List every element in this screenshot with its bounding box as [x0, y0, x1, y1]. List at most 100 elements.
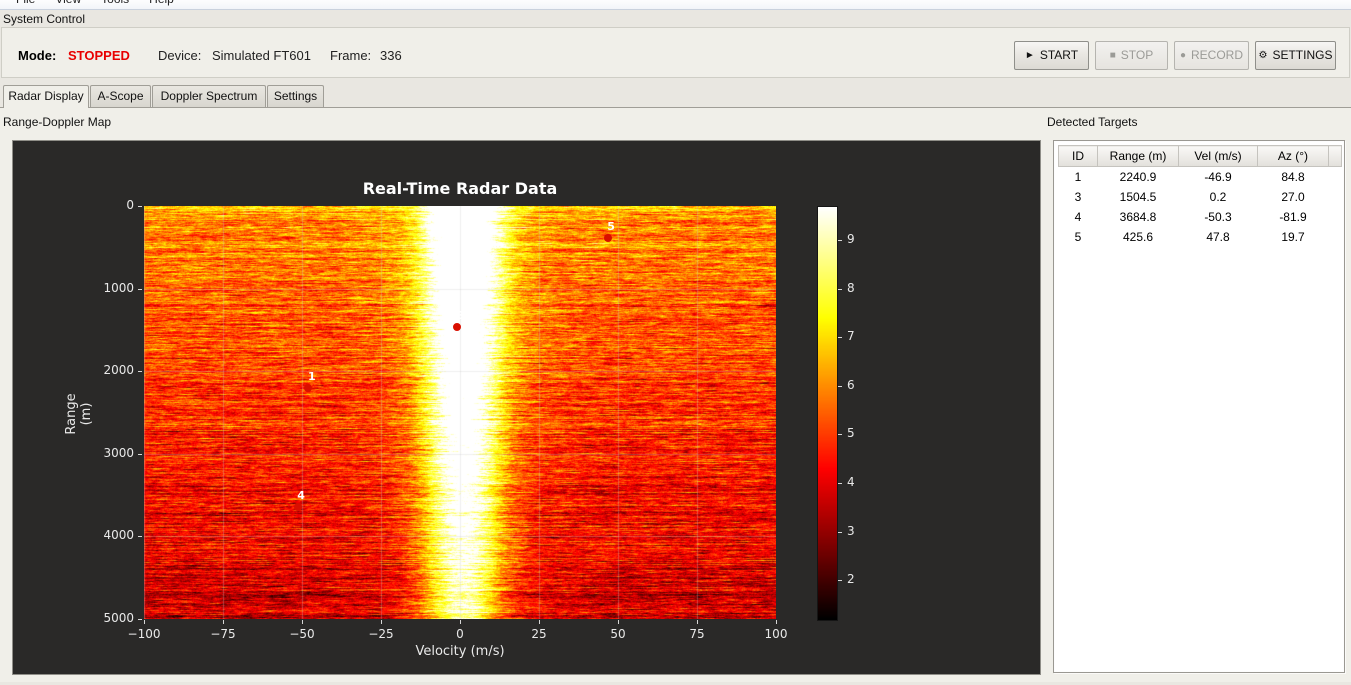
x-tick-mark — [460, 620, 461, 624]
y-tick-mark — [138, 619, 142, 620]
colorbar-tick-mark — [838, 289, 842, 290]
menu-item-help[interactable]: Help — [139, 0, 184, 9]
table-cell: -46.9 — [1204, 169, 1232, 184]
play-icon: ► — [1024, 50, 1035, 61]
record-button[interactable]: ● RECORD — [1174, 41, 1249, 70]
x-tick-mark — [618, 620, 619, 624]
x-axis-label: Velocity (m/s) — [415, 644, 505, 659]
table-cell: 425.6 — [1122, 229, 1154, 244]
stop-button[interactable]: ■ STOP — [1095, 41, 1168, 70]
x-tick-label: 25 — [531, 627, 547, 641]
colorbar-tick-mark — [838, 580, 842, 581]
target-marker-label-5: 5 — [607, 220, 615, 234]
table-cell: 3 — [1074, 189, 1082, 204]
stop-icon: ■ — [1109, 50, 1116, 61]
colorbar — [817, 206, 838, 621]
y-tick-mark — [138, 536, 142, 537]
x-tick-mark — [144, 620, 145, 624]
table-cell: 1 — [1074, 169, 1082, 184]
settings-button[interactable]: ⚙ SETTINGS — [1255, 41, 1336, 70]
menu-item-tools[interactable]: Tools — [91, 0, 139, 9]
gear-icon: ⚙ — [1258, 50, 1268, 61]
y-tick-mark — [138, 454, 142, 455]
device-value: Simulated FT601 — [212, 48, 311, 63]
y-tick-mark — [138, 371, 142, 372]
column-header-stub[interactable] — [1328, 145, 1342, 167]
table-cell: 2240.9 — [1119, 169, 1157, 184]
table-cell: 0.2 — [1209, 189, 1227, 204]
target-marker-label-4: 4 — [297, 489, 305, 503]
colorbar-tick-label: 8 — [847, 280, 855, 295]
table-cell — [1329, 167, 1342, 187]
table-cell: 5 — [1074, 229, 1082, 244]
frame-label: Frame: — [330, 48, 372, 63]
record-icon: ● — [1179, 50, 1187, 61]
colorbar-tick-label: 6 — [847, 377, 855, 392]
mode-label: Mode: — [18, 48, 57, 63]
colorbar-tick-mark — [838, 483, 842, 484]
record-button-label: RECORD — [1191, 48, 1244, 62]
colorbar-tick-mark — [838, 386, 842, 387]
column-header-range-m[interactable]: Range (m) — [1097, 145, 1179, 167]
detected-targets-panel: ID Range (m) Vel (m/s) Az (°) 1 2240.9 -46.9 8… — [1053, 140, 1345, 673]
target-marker-3 — [453, 322, 462, 331]
settings-button-label: SETTINGS — [1272, 48, 1333, 62]
y-tick-label: 3000 — [103, 445, 134, 460]
colorbar-tick-label: 2 — [847, 572, 855, 587]
y-tick-label: 5000 — [103, 611, 134, 625]
range-doppler-plot-panel: Real-Time Radar Data Velocity (m/s) Rang… — [12, 140, 1041, 675]
tab-doppler-spectrum[interactable]: Doppler Spectrum — [152, 85, 266, 107]
y-tick-label: 1000 — [103, 280, 134, 295]
colorbar-tick-label: 9 — [847, 232, 855, 246]
device-label: Device: — [158, 48, 202, 63]
menu-item-file[interactable]: File — [6, 0, 45, 9]
detected-targets-table: ID Range (m) Vel (m/s) Az (°) 1 2240.9 -46.9 8… — [1058, 145, 1342, 247]
tab-a-scope[interactable]: A-Scope — [90, 85, 151, 107]
table-cell: 84.8 — [1281, 169, 1305, 184]
table-row[interactable]: 5 425.6 47.8 19.7 — [1059, 227, 1342, 247]
y-tick-mark — [138, 289, 142, 290]
column-header-id[interactable]: ID — [1058, 145, 1098, 167]
table-row[interactable]: 3 1504.5 0.2 27.0 — [1059, 187, 1342, 207]
colorbar-tick-mark — [838, 532, 842, 533]
y-tick-label: 0 — [126, 198, 134, 212]
plot-title: Real-Time Radar Data — [362, 179, 558, 198]
x-tick-label: −50 — [289, 627, 315, 641]
menu-item-view[interactable]: View — [45, 0, 91, 9]
table-cell — [1329, 227, 1342, 247]
target-marker-5 — [603, 233, 612, 242]
colorbar-tick-label: 3 — [847, 523, 855, 538]
column-header-vel-m-s[interactable]: Vel (m/s) — [1178, 145, 1258, 167]
target-marker-1 — [304, 383, 313, 392]
colorbar-tick-label: 7 — [847, 329, 855, 344]
table-row[interactable]: 1 2240.9 -46.9 84.8 — [1059, 167, 1342, 187]
x-tick-label: 100 — [764, 627, 788, 641]
table-cell: 27.0 — [1281, 189, 1305, 204]
y-tick-label: 4000 — [103, 528, 134, 543]
y-axis-label: Range (m) — [64, 393, 94, 435]
colorbar-tick-label: 4 — [847, 474, 855, 489]
colorbar-tick-mark — [838, 434, 842, 435]
x-tick-label: −100 — [127, 627, 161, 641]
table-cell — [1329, 187, 1342, 207]
tab-settings[interactable]: Settings — [267, 85, 324, 107]
target-marker-label-1: 1 — [307, 370, 316, 384]
menu-bar: FileViewToolsHelp — [0, 0, 1351, 10]
x-tick-mark — [223, 620, 224, 624]
x-tick-mark — [381, 620, 382, 624]
x-tick-label: 0 — [456, 627, 464, 641]
target-marker-label-3: 3 — [456, 309, 465, 323]
x-tick-label: −25 — [368, 627, 394, 641]
table-cell: 4 — [1074, 209, 1082, 224]
colorbar-tick-mark — [838, 337, 842, 338]
tab-radar-display[interactable]: Radar Display — [3, 85, 89, 108]
start-button[interactable]: ► START — [1014, 41, 1089, 70]
x-tick-mark — [302, 620, 303, 624]
table-cell: 3684.8 — [1119, 209, 1157, 224]
system-control-group-title: System Control — [3, 12, 86, 26]
x-tick-label: 75 — [689, 627, 705, 641]
frame-value: 336 — [380, 48, 402, 63]
table-row[interactable]: 4 3684.8 -50.3 -81.9 — [1059, 207, 1342, 227]
column-header-az[interactable]: Az (°) — [1257, 145, 1329, 167]
range-doppler-map-label: Range-Doppler Map — [3, 115, 112, 129]
